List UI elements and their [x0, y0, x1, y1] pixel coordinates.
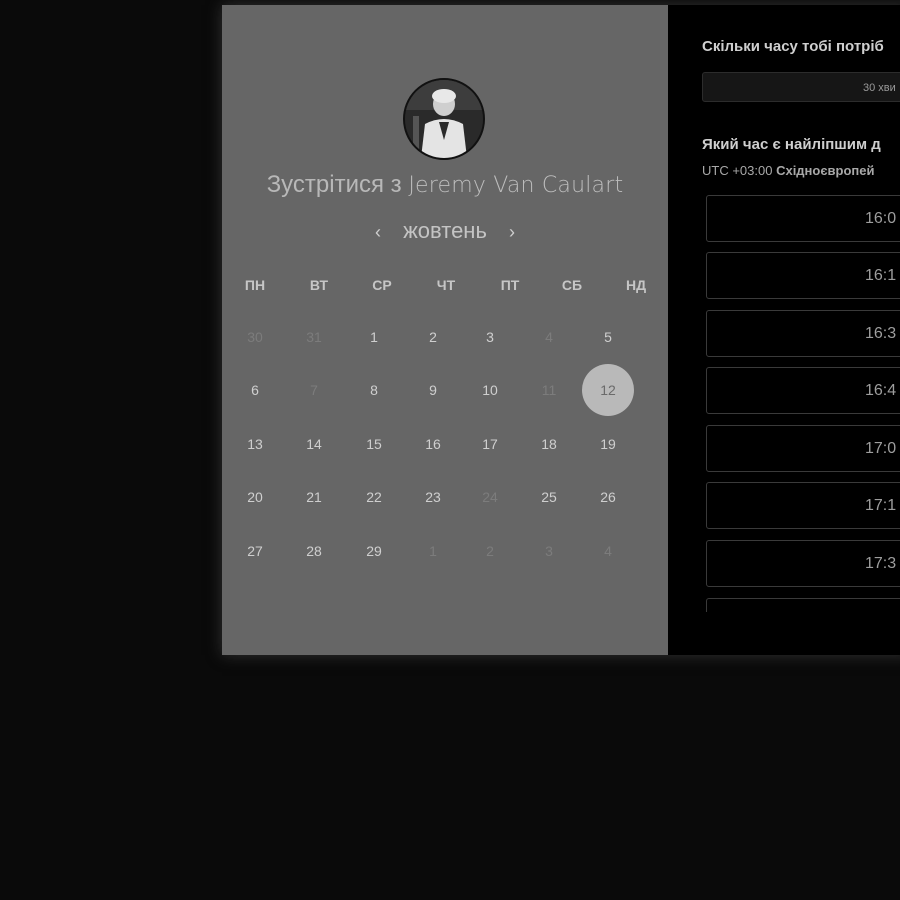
time-slot-button[interactable]: 16:0: [706, 195, 900, 242]
timezone-offset: UTC +03:00: [702, 163, 773, 178]
calendar-day: 4: [604, 543, 612, 559]
calendar-panel: Зустрітися з Jeremy Van Caulart ‹ жовтен…: [222, 5, 668, 655]
weekday-label: ВТ: [309, 277, 329, 293]
calendar-day[interactable]: 2: [407, 311, 459, 363]
calendar-day[interactable]: 8: [348, 364, 400, 416]
calendar-day[interactable]: 15: [348, 418, 400, 470]
time-slot-button[interactable]: 17:1: [706, 482, 900, 529]
calendar-day[interactable]: 19: [582, 418, 634, 470]
duration-select[interactable]: 30 хви: [702, 72, 900, 102]
weekday-label: ЧТ: [436, 277, 456, 293]
time-slot-button[interactable]: 17:0: [706, 425, 900, 472]
calendar-day: 11: [541, 382, 557, 398]
calendar-day[interactable]: 26: [582, 471, 634, 523]
weekday-label: НД: [625, 277, 647, 293]
timezone-info: UTC +03:00 Східноєвропей: [702, 163, 874, 178]
weekday-label: СР: [372, 277, 392, 293]
calendar-day[interactable]: 17: [464, 418, 516, 470]
scheduler-panel: Скільки часу тобі потріб 30 хви Який час…: [668, 5, 900, 655]
meet-prefix: Зустрітися з: [266, 171, 402, 198]
calendar-day[interactable]: 13: [229, 418, 281, 470]
weekday-label: СБ: [561, 277, 583, 293]
calendar-day[interactable]: 6: [229, 364, 281, 416]
duration-question: Скільки часу тобі потріб: [702, 38, 884, 55]
calendar-day[interactable]: 9: [407, 364, 459, 416]
time-slot-button[interactable]: 17:3: [706, 540, 900, 587]
calendar-day[interactable]: 25: [523, 471, 575, 523]
avatar: [403, 78, 485, 160]
booking-modal: Зустрітися з Jeremy Van Caulart ‹ жовтен…: [222, 5, 900, 655]
time-slot-button[interactable]: 16:4: [706, 367, 900, 414]
calendar-day[interactable]: 16: [407, 418, 459, 470]
calendar-day[interactable]: 20: [229, 471, 281, 523]
month-label: жовтень: [403, 218, 487, 243]
weekday-label: ПН: [244, 277, 266, 293]
calendar-day: 7: [310, 382, 318, 398]
chevron-left-icon[interactable]: ‹: [367, 222, 389, 243]
calendar-day[interactable]: 1: [348, 311, 400, 363]
month-navigation: ‹ жовтень ›: [222, 218, 668, 244]
calendar-day[interactable]: 29: [348, 525, 400, 577]
meeting-title: Зустрітися з Jeremy Van Caulart: [222, 171, 668, 199]
weekday-label: ПТ: [500, 277, 520, 293]
calendar-day[interactable]: 23: [407, 471, 459, 523]
calendar-day: 24: [482, 489, 498, 505]
time-slot-button[interactable]: 16:1: [706, 252, 900, 299]
calendar-day[interactable]: 18: [523, 418, 575, 470]
calendar-day-selected[interactable]: 12: [582, 364, 634, 416]
calendar-day: 31: [306, 329, 322, 345]
chevron-right-icon[interactable]: ›: [501, 222, 523, 243]
calendar-day: 4: [545, 329, 553, 345]
calendar-day[interactable]: 5: [582, 311, 634, 363]
time-slot-partial[interactable]: [706, 598, 900, 612]
host-name: Jeremy Van Caulart: [408, 173, 624, 198]
calendar-day: 30: [247, 329, 263, 345]
calendar-day[interactable]: 10: [464, 364, 516, 416]
calendar-day[interactable]: 28: [288, 525, 340, 577]
calendar-day: 1: [429, 543, 437, 559]
calendar-day: 2: [486, 543, 494, 559]
person-photo-icon: [405, 80, 483, 158]
calendar-day[interactable]: 3: [464, 311, 516, 363]
calendar-day[interactable]: 27: [229, 525, 281, 577]
calendar-day[interactable]: 21: [288, 471, 340, 523]
calendar-day[interactable]: 22: [348, 471, 400, 523]
calendar-day: 3: [545, 543, 553, 559]
calendar-day[interactable]: 14: [288, 418, 340, 470]
time-slot-button[interactable]: 16:3: [706, 310, 900, 357]
timezone-name[interactable]: Східноєвропей: [776, 163, 874, 178]
time-question: Який час є найліпшим д: [702, 136, 881, 153]
